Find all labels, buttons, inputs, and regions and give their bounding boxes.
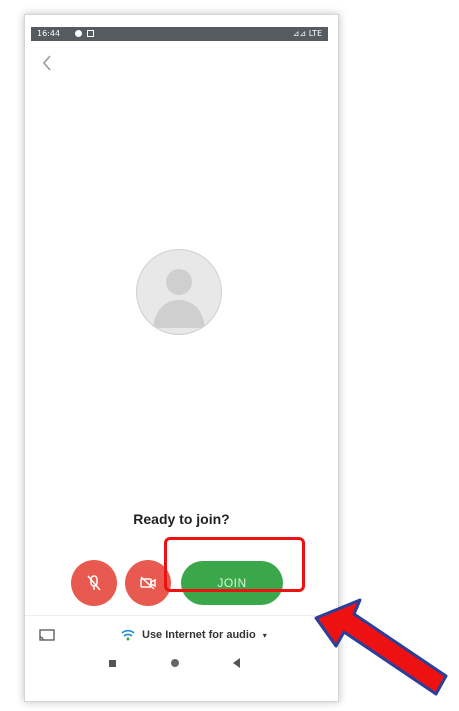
audio-option-label: Use Internet for audio bbox=[142, 629, 256, 641]
audio-option-selector[interactable]: Use Internet for audio ▾ bbox=[121, 627, 267, 643]
divider bbox=[25, 615, 338, 616]
notification-dot-icon bbox=[75, 30, 82, 37]
ready-to-join-title: Ready to join? bbox=[133, 511, 230, 527]
wifi-icon bbox=[121, 629, 135, 641]
nav-square-icon[interactable] bbox=[109, 660, 116, 667]
join-highlight-box bbox=[164, 537, 305, 592]
signal-battery: ⊿⊿ LTE bbox=[292, 29, 322, 38]
status-bar: 16:44 ⊿⊿ LTE bbox=[31, 27, 328, 41]
back-chevron-icon[interactable] bbox=[39, 53, 55, 73]
status-time: 16:44 bbox=[37, 29, 61, 38]
nav-back-icon[interactable] bbox=[233, 658, 240, 668]
camera-off-icon bbox=[140, 576, 156, 590]
notification-square-icon bbox=[87, 30, 94, 37]
mic-off-icon bbox=[87, 575, 101, 591]
android-nav-bar bbox=[25, 655, 338, 685]
nav-home-icon[interactable] bbox=[171, 659, 179, 667]
pointer-arrow-icon bbox=[314, 598, 448, 696]
phone-frame: 16:44 ⊿⊿ LTE Ready to join? JOIN Use Int… bbox=[24, 14, 339, 702]
avatar bbox=[136, 249, 222, 335]
cast-icon[interactable] bbox=[39, 629, 55, 641]
mute-mic-button[interactable] bbox=[71, 560, 117, 606]
dropdown-caret-icon: ▾ bbox=[262, 630, 267, 640]
person-icon bbox=[153, 269, 205, 328]
